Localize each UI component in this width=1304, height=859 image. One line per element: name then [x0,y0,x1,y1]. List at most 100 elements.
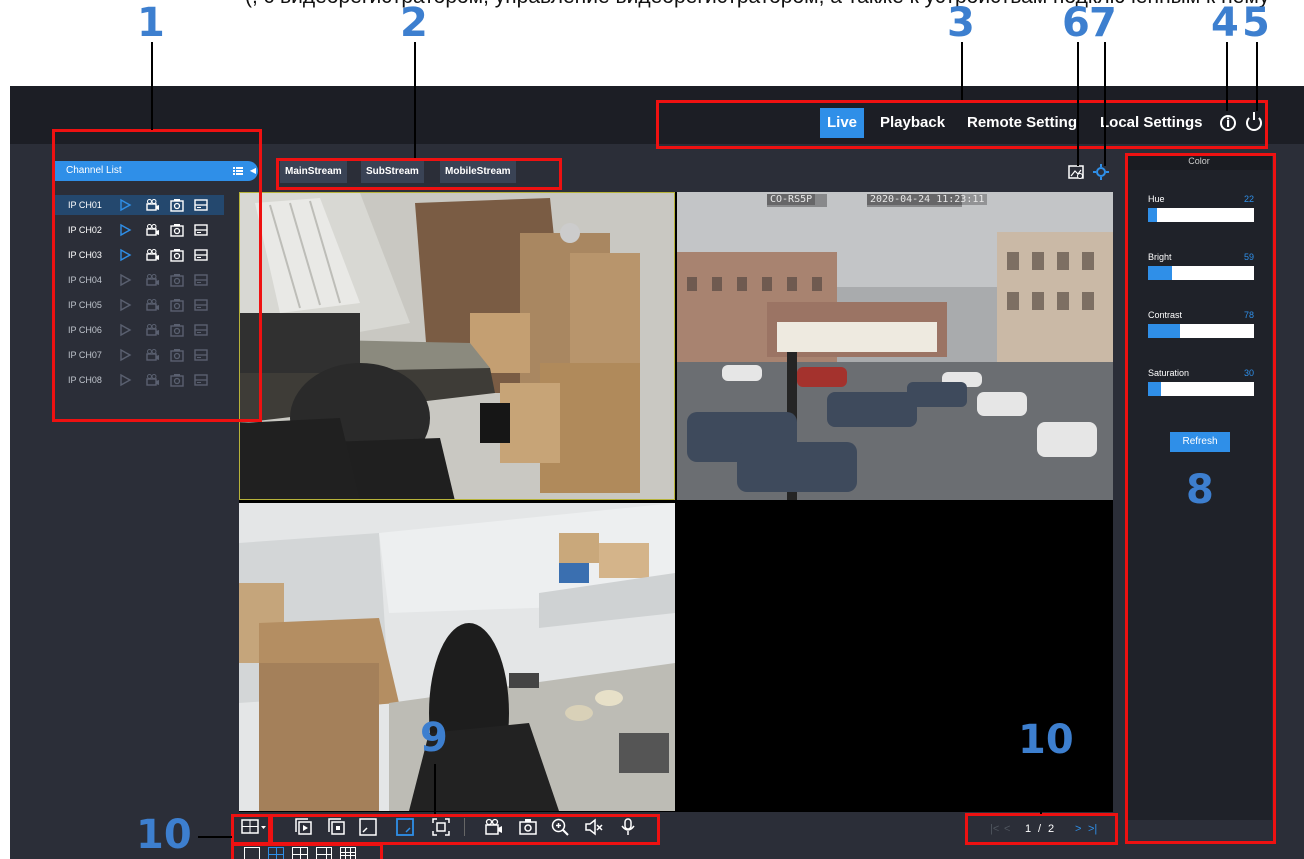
slider-value: 22 [1243,194,1254,204]
channel-list-title: Channel List [66,165,122,176]
current-page: 1 [1025,823,1032,835]
snapshot-icon[interactable] [170,298,184,312]
channel-row[interactable]: IP CH02 [54,220,224,240]
leader-5 [1256,42,1258,111]
play-icon[interactable] [118,223,132,237]
video-cell-3[interactable] [239,503,675,811]
slider-track[interactable] [1148,382,1254,396]
power-icon[interactable] [1246,112,1262,131]
snapshot-icon[interactable] [519,818,537,836]
channel-row[interactable]: IP CH03 [54,245,224,265]
nav-remote-setting[interactable]: Remote Setting [960,108,1084,138]
layout-1-icon[interactable] [244,847,260,859]
substream-button[interactable]: SubStream [361,161,424,183]
snapshot-icon[interactable] [170,373,184,387]
next-page-icon[interactable]: > [1075,819,1081,839]
snapshot-icon[interactable] [170,348,184,362]
grid-layout-icon[interactable] [241,818,267,836]
info-icon[interactable] [1220,115,1236,131]
play-icon[interactable] [118,373,132,387]
play-icon[interactable] [118,298,132,312]
stream-icon[interactable] [194,348,208,362]
snapshot-icon[interactable] [170,273,184,287]
record-icon[interactable] [146,198,160,212]
stream-icon[interactable] [194,198,208,212]
channel-row[interactable]: IP CH01 [54,195,224,215]
callout-6: 6 [1062,0,1090,46]
refresh-button[interactable]: Refresh [1170,432,1230,452]
last-page-icon[interactable]: >| [1088,819,1097,839]
talk-icon[interactable] [619,818,637,836]
channel-row[interactable]: IP CH07 [54,345,224,365]
video-cell-1[interactable] [239,192,675,500]
layout-8-icon[interactable] [316,847,332,859]
play-icon[interactable] [118,273,132,287]
channel-row[interactable]: IP CH08 [54,370,224,390]
leader-7 [1104,42,1106,166]
mute-icon[interactable] [585,818,603,836]
sequence-stop-icon[interactable] [327,818,345,836]
channel-row[interactable]: IP CH04 [54,270,224,290]
layout-4-icon[interactable] [268,847,284,859]
record-icon[interactable] [485,818,503,836]
stream-icon[interactable] [194,373,208,387]
slider-value: 59 [1243,252,1254,262]
callout-9: 9 [420,715,448,761]
slider-fill [1148,382,1161,396]
leader-1 [151,42,153,130]
play-icon[interactable] [118,198,132,212]
channel-name: IP CH03 [68,250,102,260]
record-icon[interactable] [146,373,160,387]
record-icon[interactable] [146,273,160,287]
channel-name: IP CH04 [68,275,102,285]
channel-row[interactable]: IP CH05 [54,295,224,315]
snapshot-icon[interactable] [170,198,184,212]
callout-7: 7 [1089,0,1117,46]
mainstream-button[interactable]: MainStream [280,161,347,183]
snapshot-icon[interactable] [170,323,184,337]
stream-icon[interactable] [194,223,208,237]
nav-playback[interactable]: Playback [873,108,952,138]
channel-name: IP CH07 [68,350,102,360]
aspect-ratio-icon[interactable] [359,818,377,836]
original-size-icon[interactable] [396,818,414,836]
slider-track[interactable] [1148,208,1254,222]
callout-1: 1 [137,0,165,46]
zoom-icon[interactable] [551,818,569,836]
stream-icon[interactable] [194,323,208,337]
collapse-icon[interactable]: ◀ [250,161,256,181]
record-icon[interactable] [146,348,160,362]
prev-page-icon[interactable]: < [1004,819,1010,839]
first-page-icon[interactable]: |< [990,819,999,839]
camera-feed-warehouse-office [240,193,674,499]
image-settings-icon[interactable] [1068,164,1084,180]
snapshot-icon[interactable] [170,223,184,237]
stream-icon[interactable] [194,248,208,262]
snapshot-icon[interactable] [170,248,184,262]
stream-icon[interactable] [194,298,208,312]
sequence-play-icon[interactable] [294,818,312,836]
layout-9-icon[interactable] [340,847,356,859]
layout-6-icon[interactable] [292,847,308,859]
play-icon[interactable] [118,348,132,362]
fullscreen-icon[interactable] [432,818,450,836]
record-icon[interactable] [146,323,160,337]
mobilestream-button[interactable]: MobileStream [440,161,516,183]
play-icon[interactable] [118,323,132,337]
record-icon[interactable] [146,298,160,312]
stream-icon[interactable] [194,273,208,287]
channel-list-header: Channel List ◀ [54,161,258,181]
record-icon[interactable] [146,223,160,237]
record-icon[interactable] [146,248,160,262]
play-icon[interactable] [118,248,132,262]
list-menu-icon[interactable] [230,164,246,178]
nav-local-settings[interactable]: Local Settings [1093,108,1210,138]
color-settings-icon[interactable] [1093,164,1109,180]
slider-track[interactable] [1148,324,1254,338]
channel-row[interactable]: IP CH06 [54,320,224,340]
channel-name: IP CH01 [68,200,102,210]
video-cell-2[interactable]: CO-RS5P 2020-04-24 11:23:11 [677,192,1113,500]
nav-live[interactable]: Live [820,108,865,138]
video-cell-4[interactable] [677,503,1113,811]
slider-track[interactable] [1148,266,1254,280]
